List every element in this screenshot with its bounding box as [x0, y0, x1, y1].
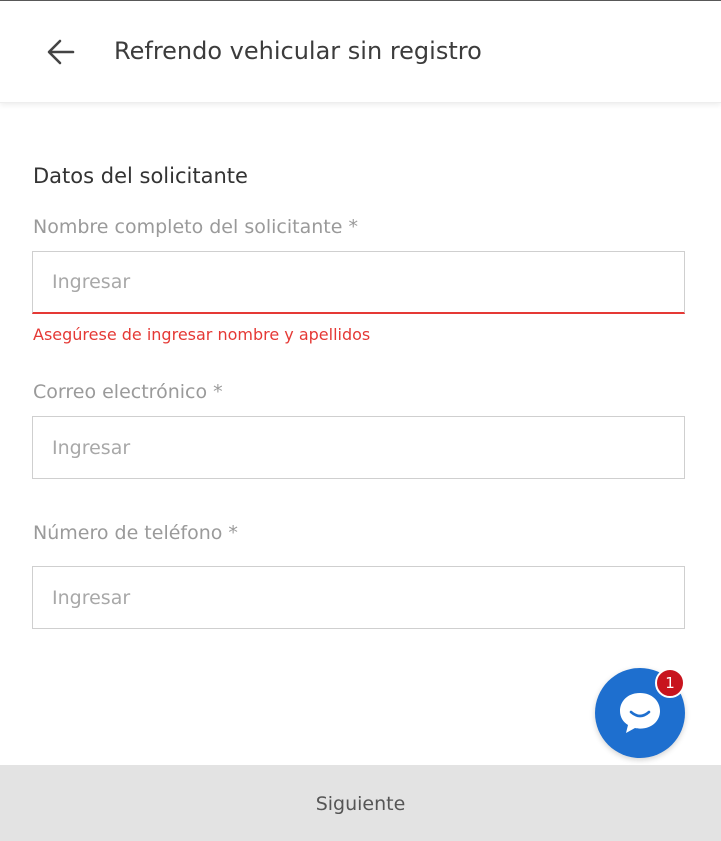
- email-input[interactable]: [32, 416, 685, 479]
- phone-label: Número de teléfono *: [33, 522, 238, 544]
- full-name-error: Asegúrese de ingresar nombre y apellidos: [33, 325, 371, 344]
- chat-bubble-icon: [620, 693, 660, 733]
- back-button[interactable]: [40, 31, 82, 73]
- full-name-label: Nombre completo del solicitante *: [33, 216, 358, 238]
- phone-input[interactable]: [32, 566, 685, 629]
- email-label: Correo electrónico *: [33, 381, 223, 403]
- section-title: Datos del solicitante: [33, 164, 248, 188]
- notification-badge: 1: [655, 668, 685, 698]
- footer-bar: Siguiente: [0, 765, 721, 841]
- page: Refrendo vehicular sin registro Datos de…: [0, 0, 721, 841]
- arrow-left-icon: [47, 39, 75, 65]
- app-header: Refrendo vehicular sin registro: [0, 1, 721, 103]
- page-title: Refrendo vehicular sin registro: [114, 37, 482, 65]
- full-name-input[interactable]: [32, 251, 685, 314]
- next-button[interactable]: Siguiente: [0, 765, 721, 841]
